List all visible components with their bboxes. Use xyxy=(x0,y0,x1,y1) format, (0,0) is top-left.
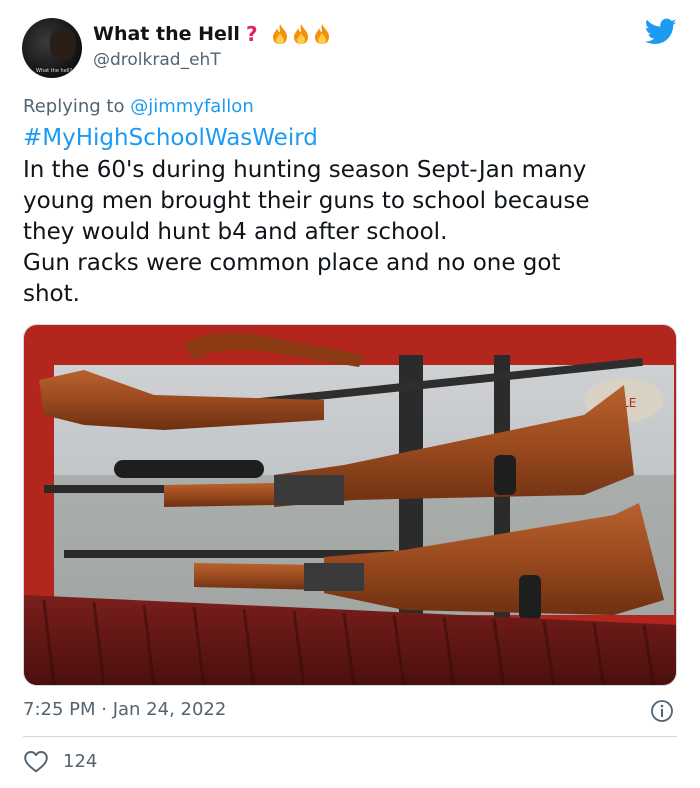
reply-mention-link[interactable]: @jimmyfallon xyxy=(130,96,254,117)
hashtag-link[interactable]: #MyHighSchoolWasWeird xyxy=(23,125,318,151)
divider xyxy=(23,736,677,737)
tweet-text-line: they would hunt b4 and after school. xyxy=(23,219,448,245)
gun-rack-photo: SALE xyxy=(24,325,676,685)
replying-to: Replying to @jimmyfallon xyxy=(23,96,254,117)
display-name[interactable]: What the Hell xyxy=(93,23,240,45)
fire-emojis xyxy=(270,23,333,45)
question-mark-icon: ? xyxy=(245,22,258,46)
avatar[interactable]: What the hell? xyxy=(22,18,82,78)
like-action[interactable]: 124 xyxy=(23,749,97,773)
like-count: 124 xyxy=(63,750,98,772)
twitter-bird-icon[interactable] xyxy=(645,18,677,46)
info-icon[interactable] xyxy=(650,699,674,723)
tweet-timestamp[interactable]: 7:25 PM · Jan 24, 2022 xyxy=(23,699,226,720)
fire-icon xyxy=(293,24,308,44)
tweet-photo[interactable]: SALE xyxy=(23,324,677,686)
avatar-face xyxy=(50,28,76,60)
tweet-text-line: shot. xyxy=(23,281,80,307)
name-row: What the Hell ? xyxy=(93,22,333,46)
tweet-text-line: Gun racks were common place and no one g… xyxy=(23,250,561,276)
tweet-text-line: In the 60's during hunting season Sept-J… xyxy=(23,157,587,183)
tweet-card: What the hell? What the Hell ? @drolkrad… xyxy=(0,0,700,788)
avatar-caption: What the hell? xyxy=(36,68,73,74)
heart-icon[interactable] xyxy=(23,749,49,773)
tweet-text-line: young men brought their guns to school b… xyxy=(23,188,590,214)
fire-icon xyxy=(272,24,287,44)
tweet-text: In the 60's during hunting season Sept-J… xyxy=(23,155,673,310)
user-handle[interactable]: @drolkrad_ehT xyxy=(93,50,221,70)
fire-icon xyxy=(314,24,329,44)
replying-prefix: Replying to xyxy=(23,96,125,117)
